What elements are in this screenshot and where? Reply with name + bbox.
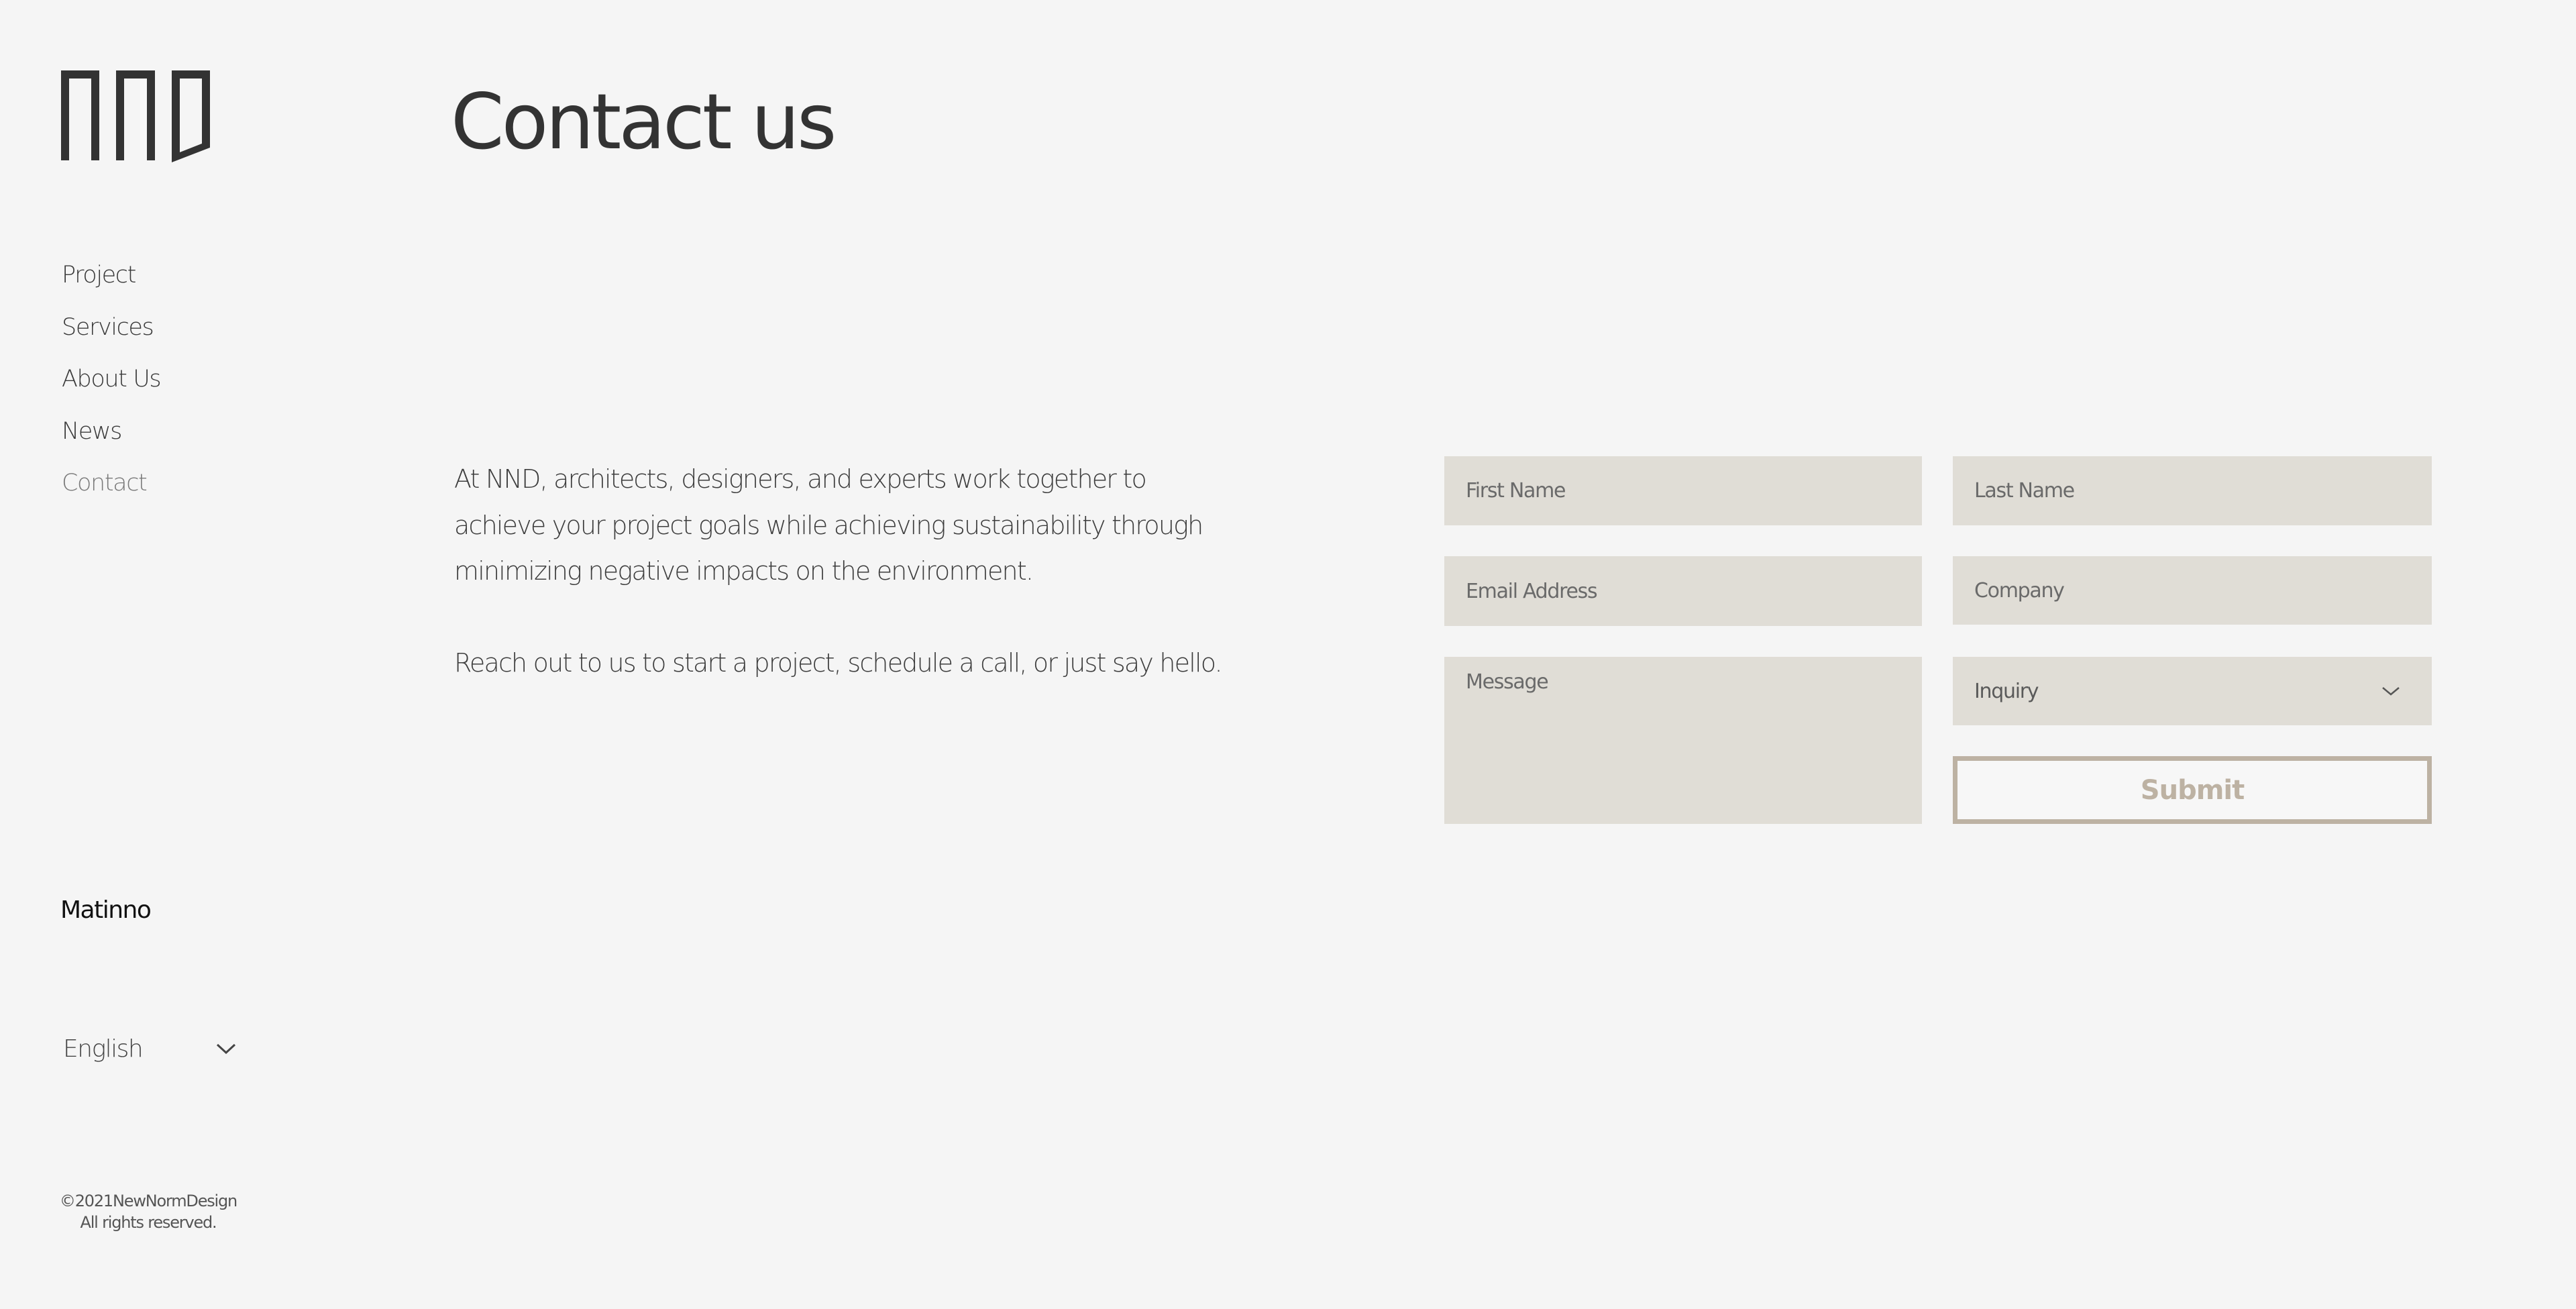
copyright-text: ©2021NewNormDesign (59, 1192, 237, 1210)
message-textarea[interactable] (1444, 657, 1922, 824)
nnd-logo-icon (61, 70, 210, 162)
inquiry-select[interactable]: Inquiry (1953, 657, 2432, 725)
nav-item-about-us[interactable]: About Us (62, 354, 263, 406)
inquiry-select-value: Inquiry (1974, 679, 2039, 703)
nav-item-news[interactable]: News (62, 406, 263, 458)
brand-name[interactable]: Matinno (60, 896, 152, 924)
email-input[interactable] (1444, 556, 1922, 626)
intro-text: At NND, architects, designers, and exper… (454, 456, 1232, 686)
chevron-down-icon (2382, 687, 2400, 696)
logo[interactable] (59, 68, 213, 164)
main-nav: Project Services About Us News Contact (62, 250, 263, 510)
language-selected: English (63, 1035, 144, 1063)
chevron-down-icon (216, 1043, 236, 1055)
submit-button[interactable]: Submit (1953, 756, 2432, 824)
last-name-input[interactable] (1953, 456, 2432, 525)
company-input[interactable] (1953, 556, 2432, 625)
page-title: Contact us (451, 77, 837, 166)
intro-paragraph: At NND, architects, designers, and exper… (454, 464, 1203, 586)
first-name-input[interactable] (1444, 456, 1922, 525)
language-selector[interactable]: English (63, 1030, 240, 1067)
rights-text: All rights reserved. (80, 1213, 217, 1232)
intro-paragraph: Reach out to us to start a project, sche… (454, 648, 1223, 678)
footer: ©2021NewNormDesign All rights reserved. (58, 1190, 239, 1233)
nav-item-services[interactable]: Services (62, 302, 263, 354)
nav-item-contact[interactable]: Contact (62, 458, 263, 510)
nav-item-project[interactable]: Project (62, 250, 263, 302)
